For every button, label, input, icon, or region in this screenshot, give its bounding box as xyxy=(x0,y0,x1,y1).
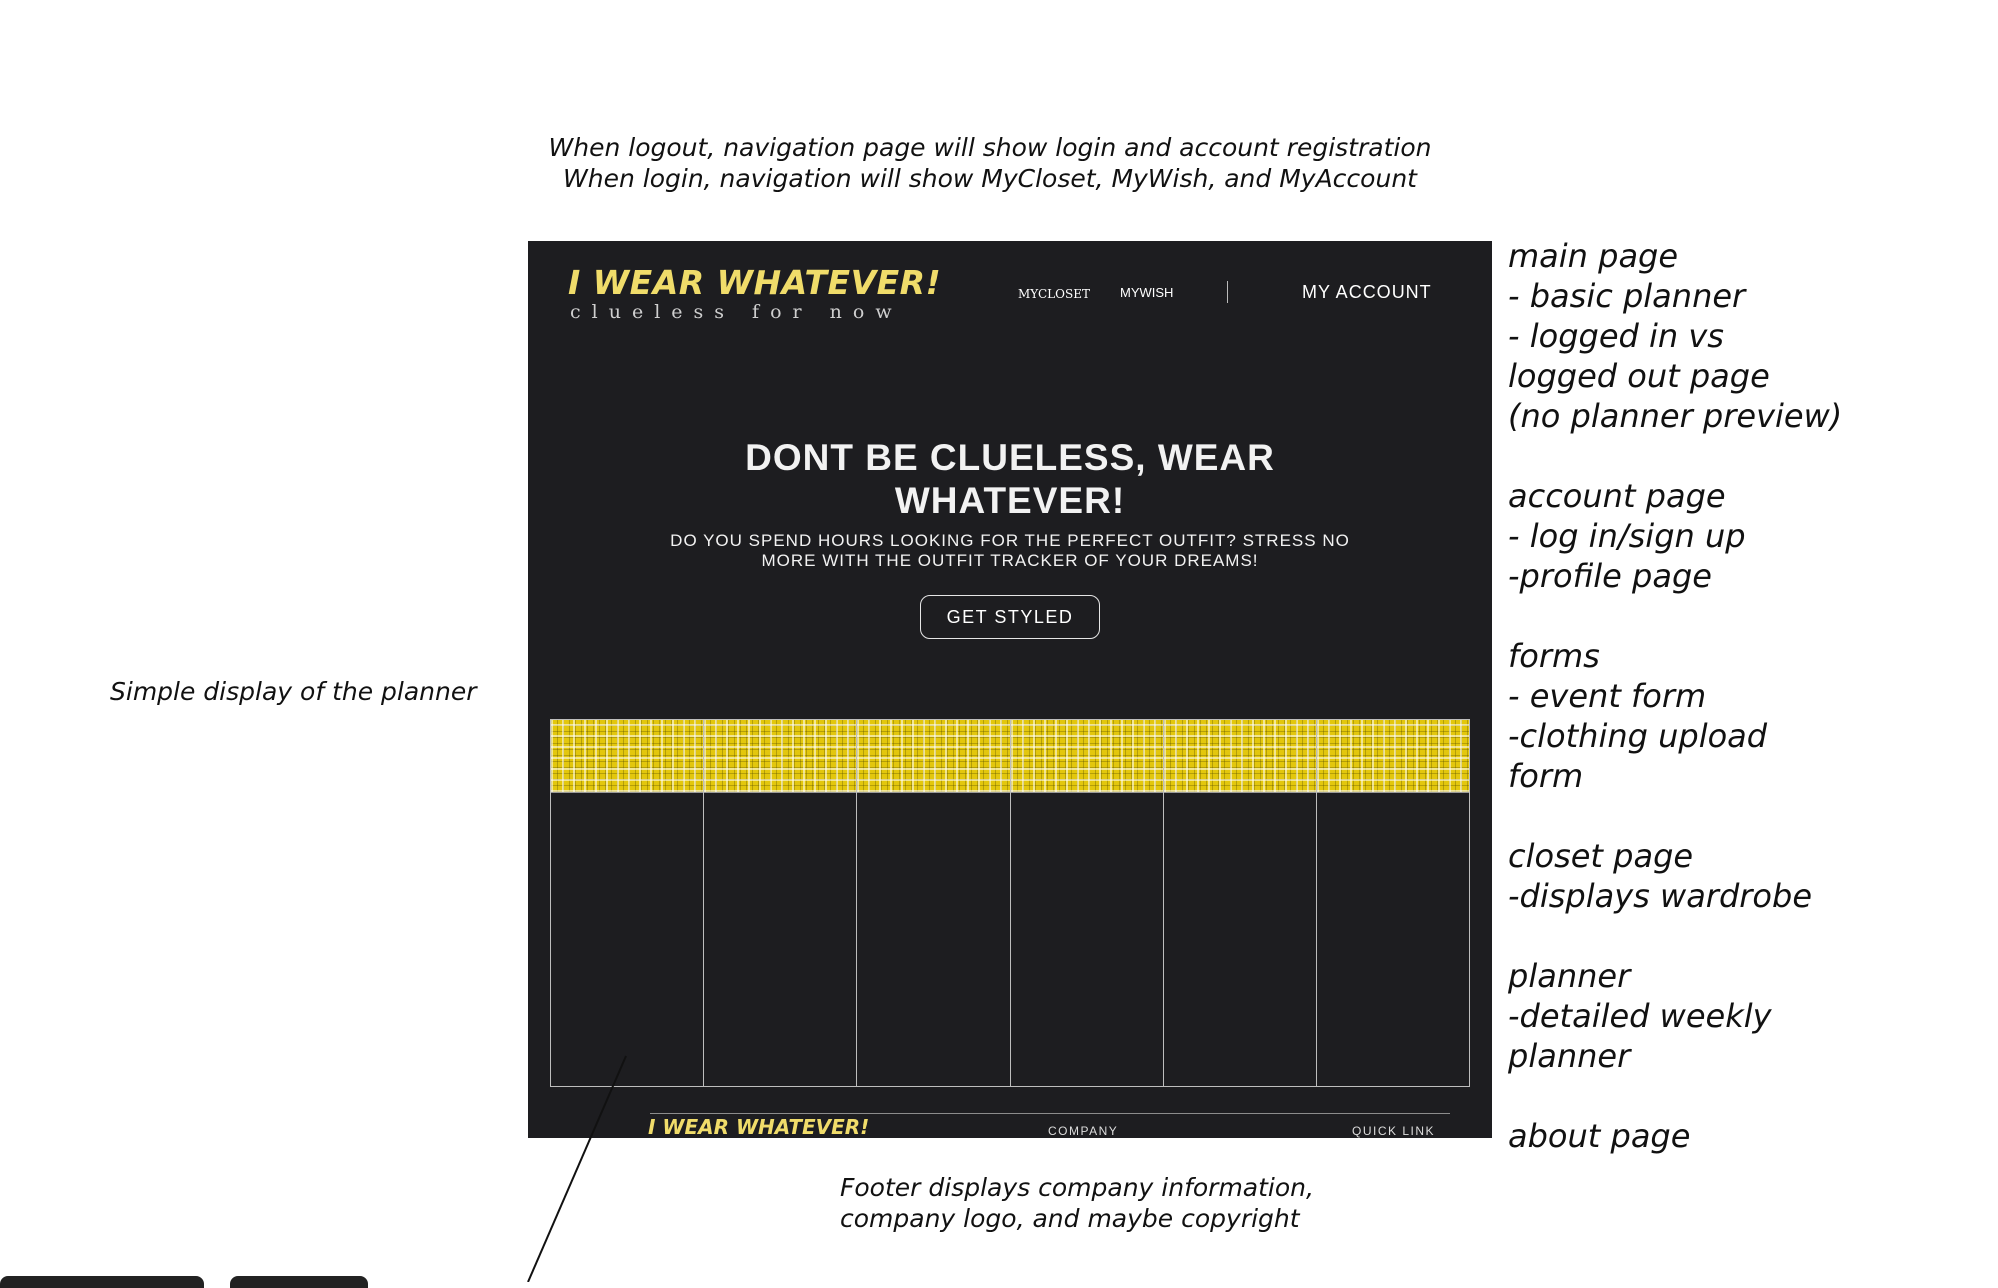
annotation-arrow-line xyxy=(527,1055,627,1282)
cropped-tab xyxy=(0,1276,204,1288)
cropped-tab xyxy=(230,1276,368,1288)
annotation-arrow xyxy=(527,1055,627,1282)
